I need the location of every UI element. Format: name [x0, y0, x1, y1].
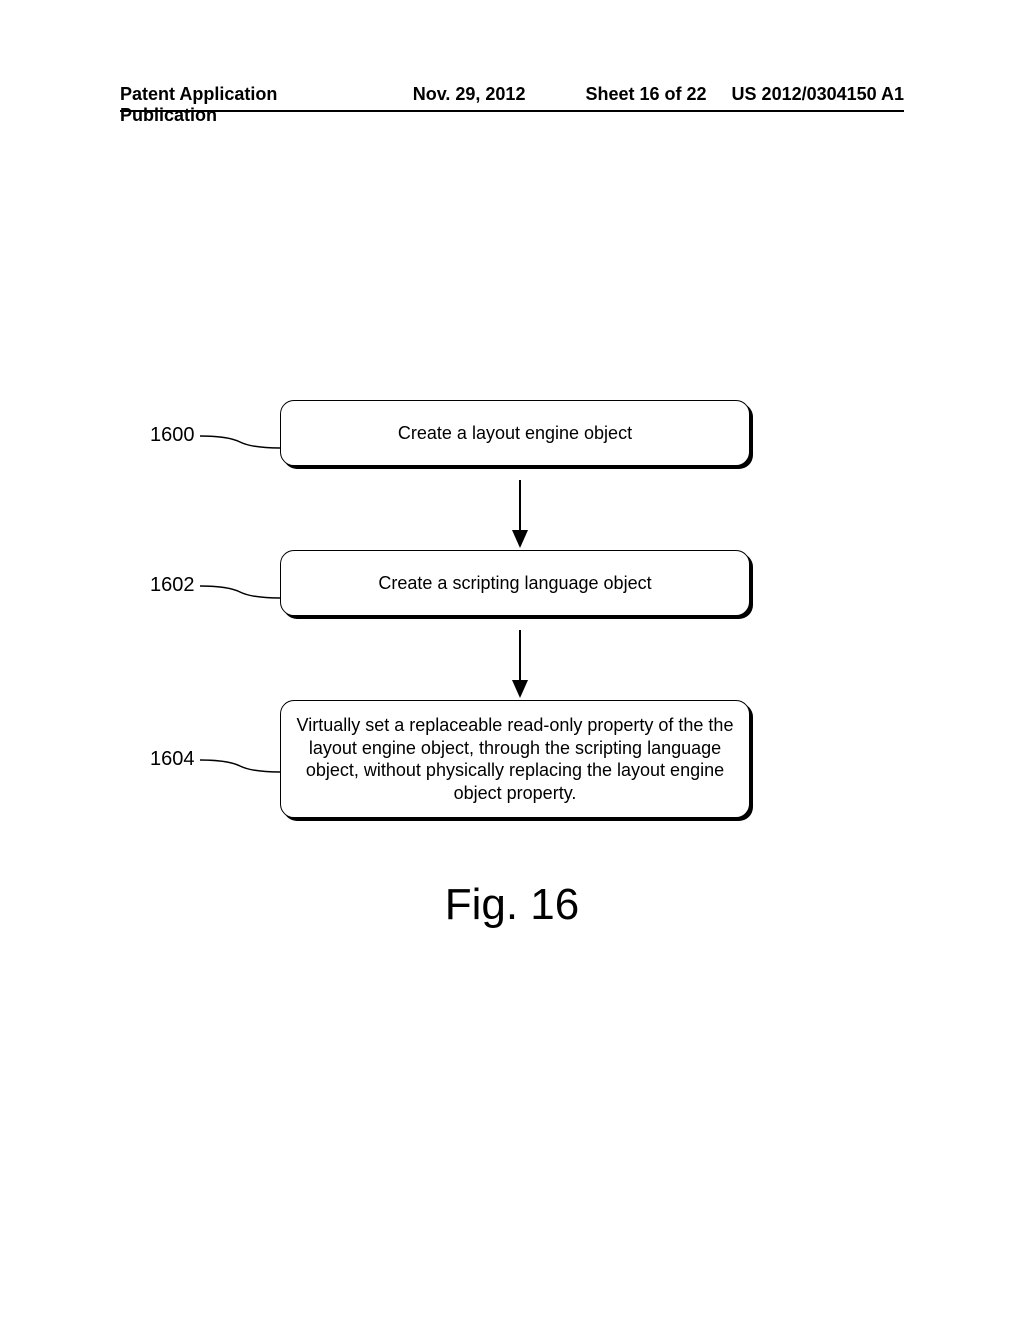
leader-line — [200, 754, 280, 778]
node-text: Virtually set a replaceable read-only pr… — [295, 714, 735, 804]
flowchart-arrow — [0, 630, 1024, 700]
flowchart-row: 1600 Create a layout engine object — [0, 400, 1024, 480]
node-ref-1600: 1600 — [150, 424, 195, 447]
publication-type-label: Patent Application Publication — [120, 84, 353, 126]
flowchart-node-1604: Virtually set a replaceable read-only pr… — [280, 700, 750, 818]
figure-caption: Fig. 16 — [0, 880, 1024, 930]
flowchart: 1600 Create a layout engine object 1602 … — [0, 400, 1024, 830]
flowchart-row: 1604 Virtually set a replaceable read-on… — [0, 700, 1024, 830]
node-text: Create a layout engine object — [398, 422, 632, 445]
page-header: Patent Application Publication Nov. 29, … — [120, 84, 904, 126]
page: Patent Application Publication Nov. 29, … — [0, 0, 1024, 1320]
publication-date: Nov. 29, 2012 — [353, 84, 586, 126]
flowchart-node-1600: Create a layout engine object — [280, 400, 750, 466]
node-ref-1602: 1602 — [150, 574, 195, 597]
leader-line — [200, 580, 280, 604]
flowchart-node-1602: Create a scripting language object — [280, 550, 750, 616]
leader-line — [200, 430, 280, 454]
sheet-and-pub-number: Sheet 16 of 22 US 2012/0304150 A1 — [585, 84, 904, 126]
node-text: Create a scripting language object — [378, 572, 651, 595]
flowchart-row: 1602 Create a scripting language object — [0, 550, 1024, 630]
header-rule — [120, 110, 904, 112]
node-ref-1604: 1604 — [150, 748, 195, 771]
flowchart-arrow — [0, 480, 1024, 550]
